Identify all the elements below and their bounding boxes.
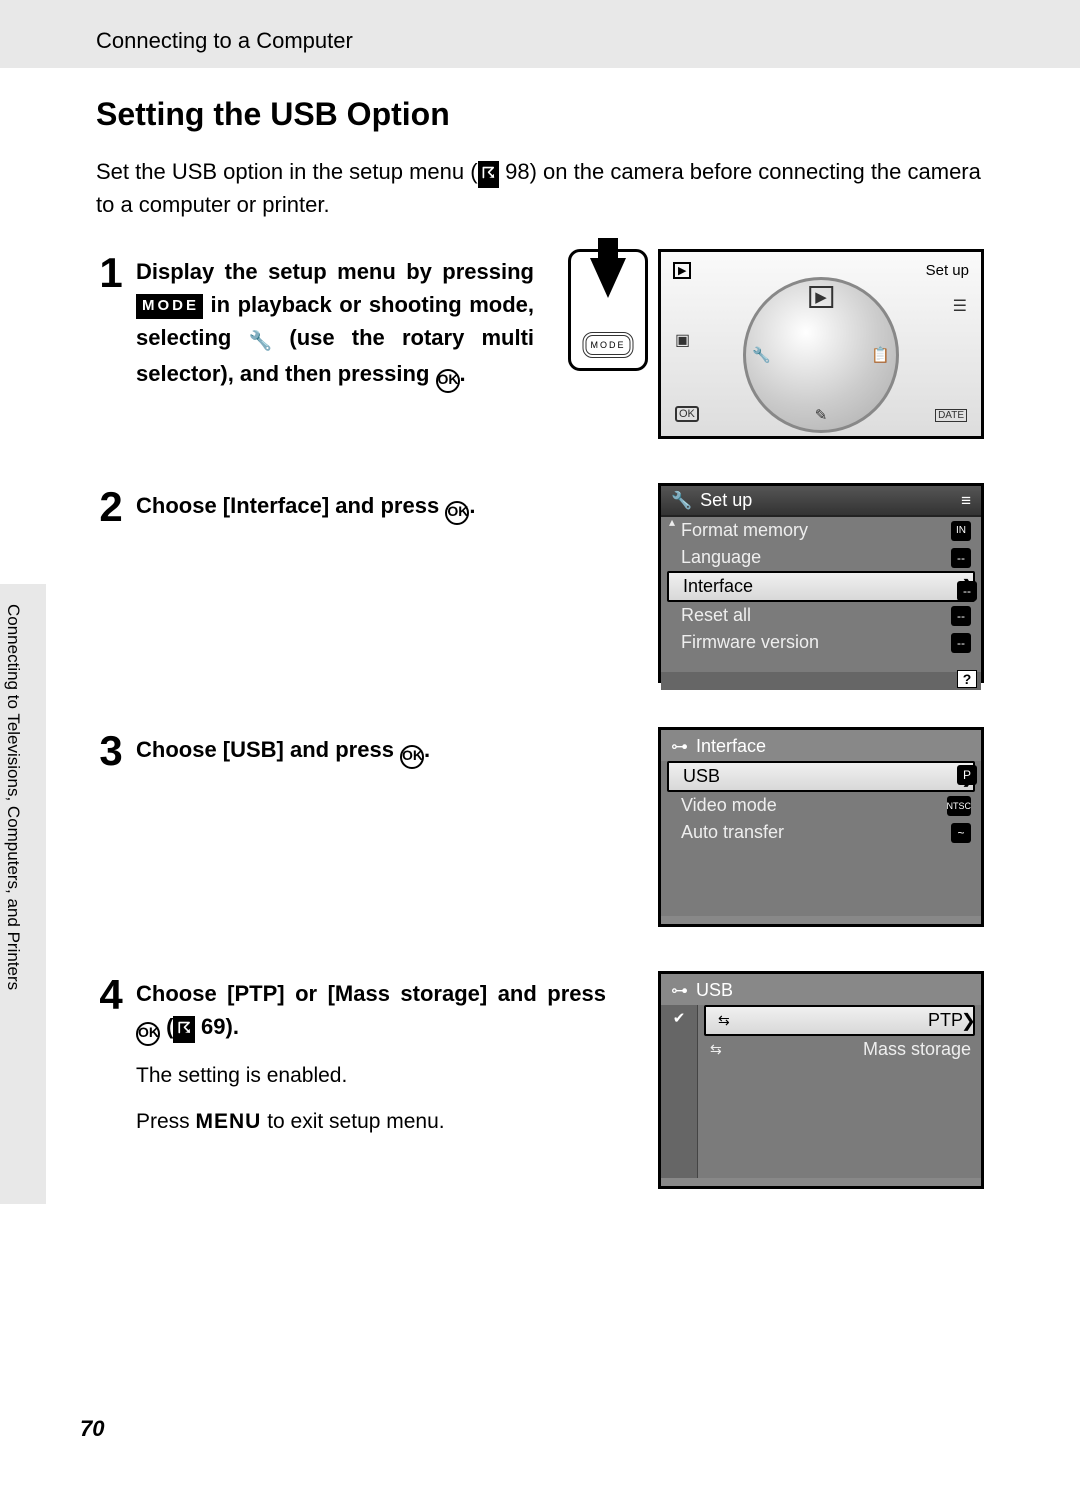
ok-button-icon: OK: [136, 1022, 160, 1046]
step-4-sub2: Press MENU to exit setup menu.: [136, 1106, 634, 1138]
check-column: ✔: [661, 1005, 698, 1178]
menu-item: Video mode: [681, 795, 777, 816]
playback-icon: ▶: [673, 262, 691, 279]
mass-storage-icon: ⇆: [710, 1041, 722, 1058]
t: to exit setup menu.: [261, 1110, 444, 1133]
mode-button-graphic: MODE: [583, 332, 634, 358]
reference-icon: ☈: [173, 1016, 194, 1043]
page-number: 70: [80, 1416, 104, 1442]
side-tab-label: Connecting to Televisions, Computers, an…: [3, 604, 23, 990]
step-4: 4 Choose [PTP] or [Mass storage] and pre…: [86, 971, 984, 1189]
lcd-setup-menu: 🔧Set up≡ ▴Format memoryIN Language-- Int…: [658, 483, 984, 683]
menu-item: Mass storage: [863, 1039, 971, 1060]
step-number: 3: [86, 727, 136, 775]
t: Choose [USB] and press: [136, 737, 400, 762]
side-indicator: --: [951, 548, 971, 568]
ok-button-icon: OK: [400, 745, 424, 769]
intro-page-ref: 98: [499, 159, 530, 184]
ok-button-icon: OK: [436, 369, 460, 393]
lcd-interface-menu: ⊶ Interface USB P Video mode NTSC Auto tra…: [658, 727, 984, 927]
dial-left-icon: 🔧: [752, 346, 771, 364]
interface-icon: ⊶: [671, 737, 688, 757]
t: (: [160, 1014, 173, 1039]
menu-item: Language: [681, 547, 761, 568]
step-4-sub1: The setting is enabled.: [136, 1060, 634, 1092]
t: Choose [PTP] or [Mass storage] and press: [136, 981, 606, 1006]
ptp-icon: ⇆: [718, 1012, 730, 1029]
lcd-title: USB: [696, 980, 733, 1001]
steps-list: 1 Display the setup menu by pressing MOD…: [86, 249, 984, 1189]
intro-paragraph: Set the USB option in the setup menu (☈ …: [96, 155, 984, 221]
page-title: Setting the USB Option: [96, 96, 984, 133]
section-header: Connecting to a Computer: [0, 0, 1080, 68]
list-icon: ☰: [953, 296, 967, 316]
wrench-icon: 🔧: [671, 491, 692, 511]
dial-right-icon: 📋: [871, 346, 890, 364]
menu-item: Auto transfer: [681, 822, 784, 843]
playback-small-icon: ▣: [675, 330, 690, 350]
t: .: [469, 493, 475, 518]
menu-item-selected: USB: [683, 766, 720, 787]
step-number: 1: [86, 249, 136, 297]
mode-button-icon: MODE: [136, 294, 203, 319]
t: Display the setup menu by pressing: [136, 259, 534, 284]
step-3-text: Choose [USB] and press OK.: [136, 733, 596, 769]
side-indicator: ~: [951, 823, 971, 843]
step-3: 3 Choose [USB] and press OK. ⊶ Interface …: [86, 727, 984, 927]
rotary-dial: ▶ 📋 🔧 ✎: [743, 277, 899, 433]
dial-down-icon: ✎: [815, 406, 828, 424]
side-tab: Connecting to Televisions, Computers, an…: [0, 584, 46, 1204]
step-2: 2 Choose [Interface] and press OK. 🔧 Set …: [86, 483, 984, 683]
step-2-text: Choose [Interface] and press OK.: [136, 489, 596, 525]
step-number: 2: [86, 483, 136, 531]
menu-item: Reset all: [681, 605, 751, 626]
figure-rotary-selector: ▶ Set up ▶ 📋 🔧 ✎ ▣ ☰ DATE OK: [658, 249, 984, 439]
lcd-usb-menu: ⊶ USB ✔ ⇆ PTP ⇆ Mass storage: [658, 971, 984, 1189]
menu-item-selected: Interface: [683, 576, 753, 597]
menu-item: Firmware version: [681, 632, 819, 653]
ok-small-icon: OK: [675, 406, 699, 422]
step-number: 4: [86, 971, 136, 1019]
t: Choose [Interface] and press: [136, 493, 445, 518]
lcd-title: Interface: [696, 736, 766, 757]
menu-bars-icon: ≡: [961, 491, 971, 511]
setup-wrench-icon: 🔧: [249, 328, 273, 357]
interface-icon: ⊶: [671, 981, 688, 1001]
t: .: [424, 737, 430, 762]
page-content: Setting the USB Option Set the USB optio…: [0, 68, 1080, 1189]
help-icon: ?: [957, 670, 977, 688]
menu-button-icon: MENU: [196, 1110, 262, 1133]
menu-item-selected: PTP: [928, 1010, 963, 1031]
intro-text-a: Set the USB option in the setup menu (: [96, 159, 478, 184]
side-indicator: P: [957, 765, 977, 785]
t: .: [460, 361, 466, 386]
side-indicator: NTSC: [947, 796, 972, 816]
date-icon: DATE: [935, 409, 967, 422]
t: 69).: [195, 1014, 239, 1039]
figure-mode-button: MODE: [568, 249, 648, 371]
step-1-text: Display the setup menu by pressing MODE …: [136, 255, 534, 393]
t: Press: [136, 1110, 196, 1133]
side-indicator: --: [957, 581, 977, 601]
rotary-setup-label: Set up: [926, 262, 969, 279]
menu-item: Format memory: [681, 520, 808, 541]
side-indicator: --: [951, 633, 971, 653]
reference-icon: ☈: [478, 161, 499, 188]
side-indicator: --: [951, 606, 971, 626]
side-indicator: IN: [951, 521, 971, 541]
step-4-text: Choose [PTP] or [Mass storage] and press…: [136, 977, 606, 1046]
ok-button-icon: OK: [445, 501, 469, 525]
lcd-title: Set up: [700, 490, 752, 511]
step-1: 1 Display the setup menu by pressing MOD…: [86, 249, 984, 439]
dial-up-icon: ▶: [809, 286, 833, 308]
down-arrow-icon: [590, 258, 626, 298]
